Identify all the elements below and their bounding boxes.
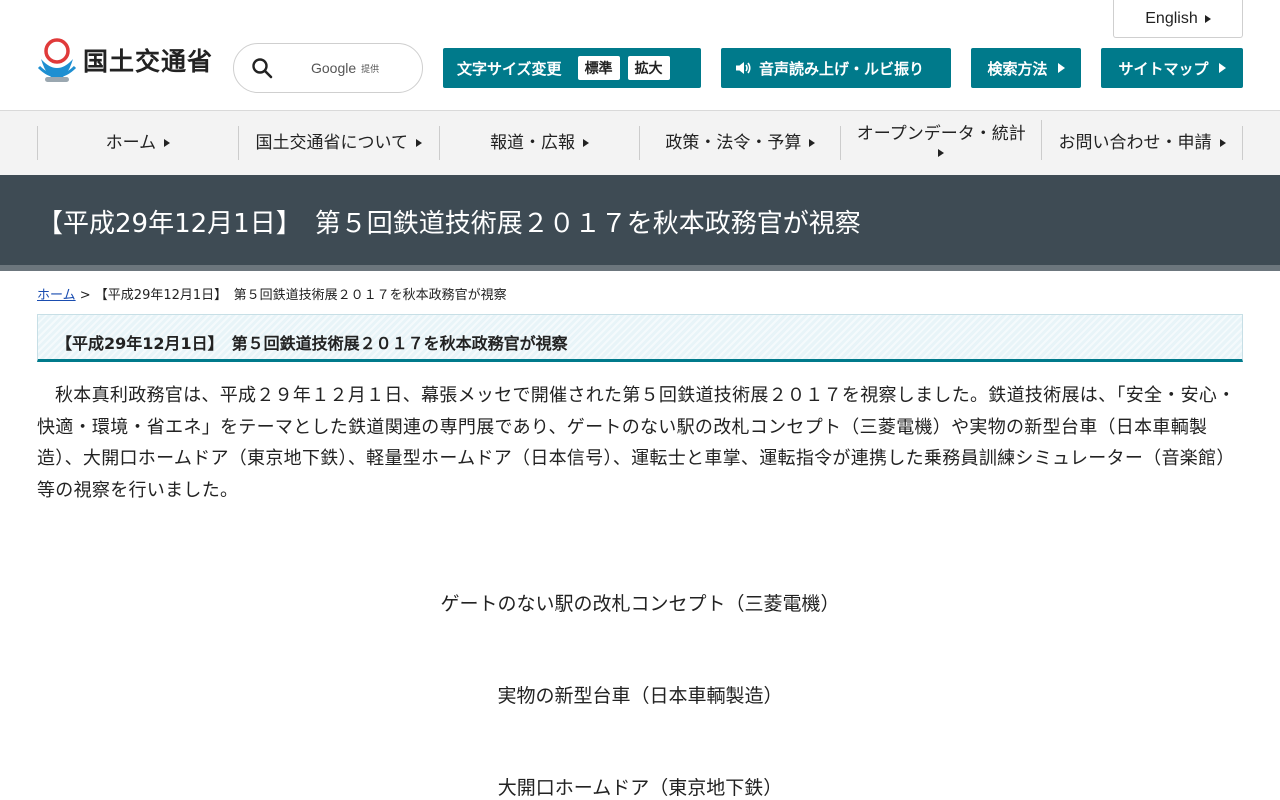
english-label: English (1145, 9, 1198, 27)
article-paragraph: 秋本真利政務官は、平成２９年１２月１日、幕張メッセで開催された第５回鉄道技術展２… (37, 385, 1236, 501)
global-nav: ホーム 国土交通省について 報道・広報 政策・法令・予算 オープンデータ・統計 … (0, 111, 1280, 175)
site-header: 国土交通省 Google 提供 文字サイズ変更 標準 拡大 音声読み上げ・ルビ振… (0, 0, 1280, 111)
sitemap-button[interactable]: サイトマップ (1101, 48, 1243, 88)
site-logo[interactable]: 国土交通省 (37, 36, 213, 84)
global-nav-list: ホーム 国土交通省について 報道・広報 政策・法令・予算 オープンデータ・統計 … (37, 120, 1243, 160)
search-icon[interactable] (251, 57, 273, 79)
triangle-right-icon (1219, 139, 1226, 147)
triangle-right-icon (809, 139, 816, 147)
photo-caption: 大開口ホームドア（東京地下鉄） (497, 777, 783, 799)
breadcrumb-separator: > (75, 288, 95, 303)
sitemap-label: サイトマップ (1118, 59, 1209, 78)
search-method-button[interactable]: 検索方法 (971, 48, 1081, 88)
article-heading: 【平成29年12月1日】 第５回鉄道技術展２０１７を秋本政務官が視察 (56, 334, 568, 353)
photo-caption: 実物の新型台車（日本車輌製造） (497, 685, 783, 707)
voice-reading-label: 音声読み上げ・ルビ振り (759, 59, 925, 78)
nav-item-about[interactable]: 国土交通省について (239, 126, 440, 160)
voice-reading-button[interactable]: 音声読み上げ・ルビ振り (721, 48, 951, 88)
search-brand-sub: 提供 (361, 64, 380, 75)
nav-item-contact[interactable]: お問い合わせ・申請 (1042, 126, 1243, 160)
triangle-right-icon (583, 139, 590, 147)
page-title-band: 【平成29年12月1日】 第５回鉄道技術展２０１７を秋本政務官が視察 (0, 175, 1280, 265)
nav-item-label: オープンデータ・統計 (856, 123, 1026, 144)
triangle-right-icon (164, 139, 171, 147)
photo-caption: ゲートのない駅の改札コンセプト（三菱電機） (440, 593, 840, 615)
breadcrumb-current: 【平成29年12月1日】 第５回鉄道技術展２０１７を秋本政務官が視察 (94, 288, 507, 303)
logo-text: 国土交通省 (83, 47, 214, 76)
font-size-control: 文字サイズ変更 標準 拡大 (443, 48, 701, 88)
search-brand: Google (311, 60, 357, 76)
triangle-right-icon (1057, 63, 1065, 73)
font-size-standard-button[interactable]: 標準 (577, 56, 620, 80)
nav-item-label: お問い合わせ・申請 (1058, 132, 1212, 153)
nav-item-home[interactable]: ホーム (38, 126, 239, 160)
title-band-rule (0, 265, 1280, 271)
nav-item-policy[interactable]: 政策・法令・予算 (640, 126, 842, 160)
triangle-right-icon (1218, 63, 1226, 73)
font-size-large-button[interactable]: 拡大 (627, 56, 670, 80)
nav-item-label: 政策・法令・予算 (665, 132, 802, 153)
breadcrumb: ホーム > 【平成29年12月1日】 第５回鉄道技術展２０１７を秋本政務官が視察 (37, 284, 507, 303)
search-method-label: 検索方法 (987, 59, 1048, 78)
triangle-right-icon (1204, 14, 1211, 23)
nav-item-open-data[interactable]: オープンデータ・統計 (841, 120, 1043, 160)
mlit-logo-icon (37, 38, 77, 82)
nav-item-press[interactable]: 報道・広報 (440, 126, 641, 160)
triangle-right-icon (938, 149, 945, 158)
english-link[interactable]: English (1113, 0, 1243, 38)
speaker-icon (736, 62, 751, 74)
font-size-label: 文字サイズ変更 (457, 59, 562, 78)
search-box[interactable]: Google 提供 (233, 43, 423, 93)
triangle-right-icon (415, 139, 422, 147)
nav-item-label: ホーム (105, 132, 157, 153)
nav-item-label: 国土交通省について (255, 132, 408, 153)
page-title: 【平成29年12月1日】 第５回鉄道技術展２０１７を秋本政務官が視察 (37, 209, 861, 239)
article-heading-box: 【平成29年12月1日】 第５回鉄道技術展２０１７を秋本政務官が視察 (37, 314, 1243, 362)
breadcrumb-home-link[interactable]: ホーム (37, 288, 76, 303)
nav-item-label: 報道・広報 (490, 132, 576, 153)
